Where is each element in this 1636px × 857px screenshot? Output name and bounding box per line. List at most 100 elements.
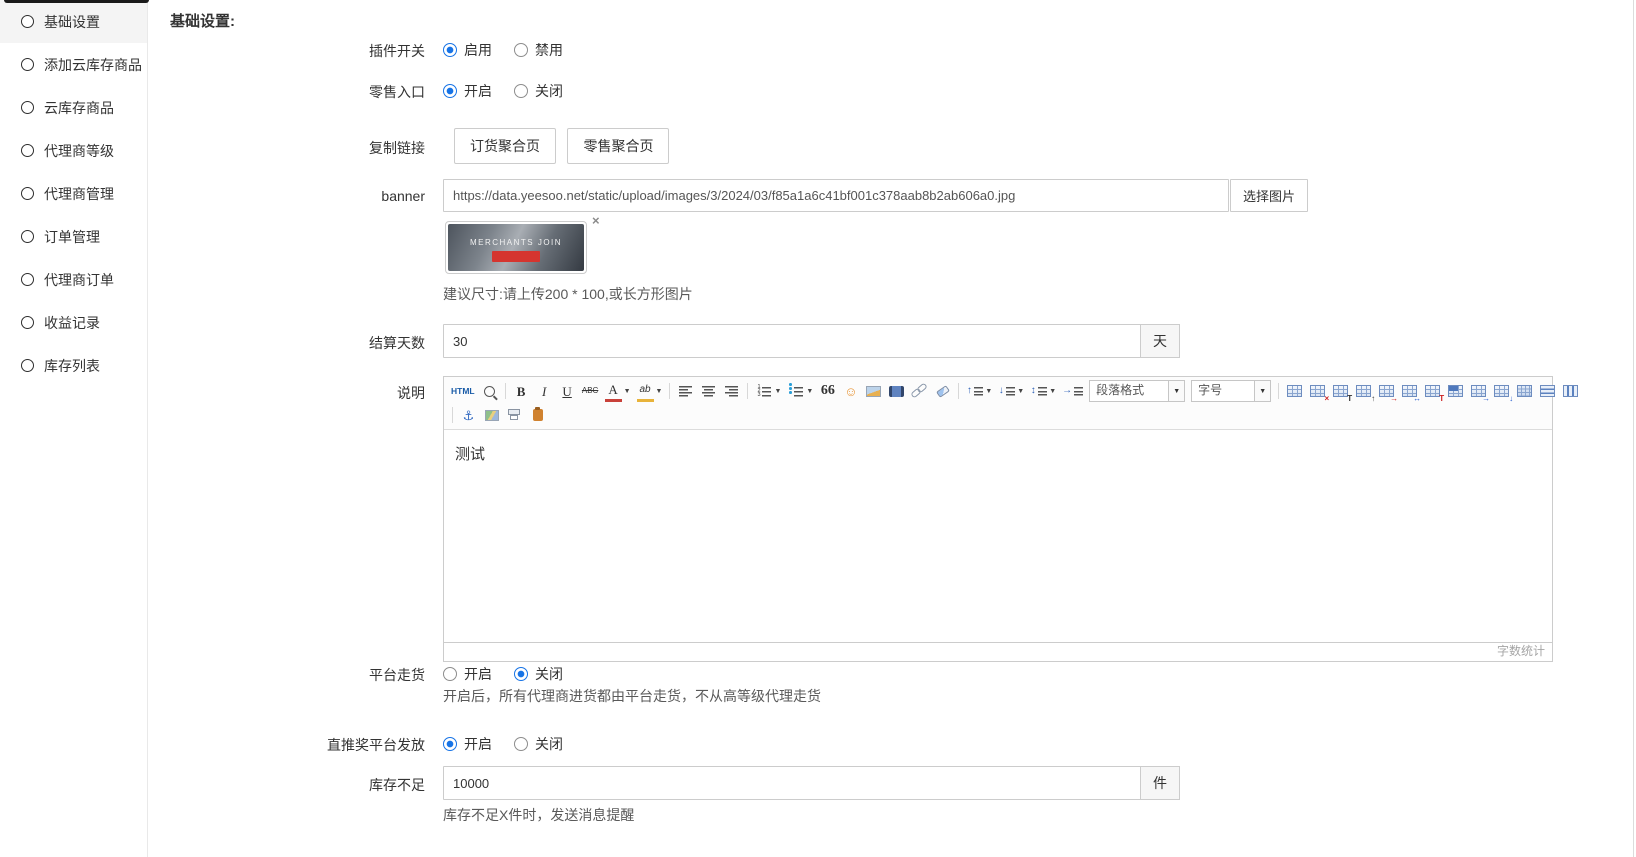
split-rows-button[interactable]: [1537, 380, 1558, 402]
insert-table-icon: [1286, 382, 1303, 400]
icon-badge: ↑: [1371, 395, 1375, 403]
emoticon-button[interactable]: ☺: [840, 380, 861, 402]
remove-image-icon[interactable]: ×: [592, 214, 600, 227]
chevron-down-icon[interactable]: ▼: [774, 388, 781, 395]
insert-row-above-button[interactable]: ↑: [1353, 380, 1374, 402]
unordered-list-button[interactable]: ▼: [785, 380, 815, 402]
sidebar-item[interactable]: 基础设置: [0, 0, 147, 43]
preview-button[interactable]: [479, 380, 500, 402]
emoticon-icon: ☺: [842, 382, 859, 400]
anchor-button[interactable]: ⚓: [458, 404, 479, 426]
ordered-list-button[interactable]: ▼: [753, 380, 783, 402]
settlement-days-input[interactable]: [443, 324, 1141, 358]
chevron-down-icon[interactable]: ▼: [1168, 381, 1184, 401]
sidebar-item[interactable]: 添加云库存商品: [0, 43, 147, 86]
margin-bottom-icon: ↓: [998, 382, 1015, 400]
strikethrough-icon: ABC: [582, 382, 599, 400]
insert-table-button[interactable]: [1284, 380, 1305, 402]
insert-col-right-button[interactable]: ↓: [1491, 380, 1512, 402]
sidebar-item[interactable]: 收益记录: [0, 301, 147, 344]
icon-badge: ↔: [1413, 395, 1421, 403]
insert-media-button[interactable]: [886, 380, 907, 402]
bold-button[interactable]: B: [511, 380, 532, 402]
strikethrough-button[interactable]: ABC: [580, 380, 601, 402]
sidebar-item-label: 代理商等级: [44, 141, 114, 161]
toolbar-separator: [1278, 383, 1279, 399]
underline-button[interactable]: U: [557, 380, 578, 402]
highlight-color-button[interactable]: ab▼: [635, 380, 665, 402]
retail-aggregate-page-button[interactable]: 零售聚合页: [567, 128, 669, 164]
radio-label: 开启: [464, 664, 492, 684]
toolbar-separator: [452, 407, 453, 423]
insert-row-below-button[interactable]: →: [1468, 380, 1489, 402]
margin-top-button[interactable]: ↑▼: [964, 380, 994, 402]
delete-col-button[interactable]: T: [1422, 380, 1443, 402]
sidebar-item[interactable]: 代理商订单: [0, 258, 147, 301]
align-right-button[interactable]: [721, 380, 742, 402]
map-button[interactable]: [481, 404, 502, 426]
italic-button[interactable]: I: [534, 380, 555, 402]
sidebar-item[interactable]: 订单管理: [0, 215, 147, 258]
paragraph-format-select[interactable]: 段落格式▼: [1089, 380, 1185, 402]
delete-row-icon: →: [1378, 382, 1395, 400]
plugin-enable-radio[interactable]: 启用: [443, 40, 492, 60]
align-center-button[interactable]: [698, 380, 719, 402]
banner-url-input[interactable]: [443, 179, 1229, 212]
low-stock-unit: 件: [1140, 766, 1180, 800]
align-left-button[interactable]: [675, 380, 696, 402]
paste-button[interactable]: [527, 404, 548, 426]
chevron-down-icon[interactable]: ▼: [1254, 381, 1270, 401]
platform-shipping-hint: 开启后，所有代理商进货都由平台走货，不从高等级代理走货: [443, 686, 821, 706]
platform-shipping-close-radio[interactable]: 关闭: [514, 664, 563, 684]
blockquote-button[interactable]: 66: [817, 380, 838, 402]
circle-icon: [21, 359, 34, 372]
plugin-disable-radio[interactable]: 禁用: [514, 40, 563, 60]
direct-reward-open-radio[interactable]: 开启: [443, 734, 492, 754]
sidebar-item[interactable]: 代理商等级: [0, 129, 147, 172]
font-size-select[interactable]: 字号▼: [1191, 380, 1271, 402]
insert-col-button[interactable]: ↔: [1399, 380, 1420, 402]
align-center-icon: [700, 382, 717, 400]
retail-open-radio[interactable]: 开启: [443, 81, 492, 101]
editor-content-area[interactable]: 测试: [444, 430, 1552, 642]
chevron-down-icon[interactable]: ▼: [806, 388, 813, 395]
html-source-button[interactable]: HTML: [449, 380, 477, 402]
split-cols-button[interactable]: [1560, 380, 1581, 402]
sidebar-item[interactable]: 云库存商品: [0, 86, 147, 129]
cell-prop-button[interactable]: [1445, 380, 1466, 402]
plugin-switch-label: 插件开关: [160, 41, 425, 61]
platform-shipping-open-radio[interactable]: 开启: [443, 664, 492, 684]
line-height-button[interactable]: ↕▼: [1028, 380, 1058, 402]
split-rows-icon: [1539, 382, 1556, 400]
chevron-down-icon[interactable]: ▼: [985, 388, 992, 395]
margin-bottom-button[interactable]: ↓▼: [996, 380, 1026, 402]
sidebar-item[interactable]: 代理商管理: [0, 172, 147, 215]
indent-button[interactable]: →: [1060, 380, 1085, 402]
chevron-down-icon[interactable]: ▼: [624, 388, 631, 395]
unlink-button[interactable]: [932, 380, 953, 402]
choose-image-button[interactable]: 选择图片: [1230, 179, 1308, 212]
print-button[interactable]: [504, 404, 525, 426]
delete-table-button[interactable]: ×: [1307, 380, 1328, 402]
sidebar-item-label: 代理商管理: [44, 184, 114, 204]
chevron-down-icon[interactable]: ▼: [656, 388, 663, 395]
radio-unchecked-icon: [514, 84, 528, 98]
align-left-icon: [677, 382, 694, 400]
chevron-down-icon[interactable]: ▼: [1017, 388, 1024, 395]
chevron-down-icon[interactable]: ▼: [1049, 388, 1056, 395]
merge-cells-button[interactable]: [1514, 380, 1535, 402]
font-color-button[interactable]: A▼: [603, 380, 633, 402]
word-count-link[interactable]: 字数统计: [1497, 644, 1545, 658]
table-prop-button[interactable]: T: [1330, 380, 1351, 402]
order-aggregate-page-button[interactable]: 订货聚合页: [454, 128, 556, 164]
insert-image-button[interactable]: [863, 380, 884, 402]
editor-statusbar: 字数统计: [444, 642, 1552, 661]
retail-close-radio[interactable]: 关闭: [514, 81, 563, 101]
low-stock-input[interactable]: [443, 766, 1141, 800]
link-button[interactable]: [909, 380, 930, 402]
direct-reward-close-radio[interactable]: 关闭: [514, 734, 563, 754]
delete-row-button[interactable]: →: [1376, 380, 1397, 402]
sidebar-item[interactable]: 库存列表: [0, 344, 147, 387]
sidebar-item-label: 添加云库存商品: [44, 55, 142, 75]
direct-reward-label: 直推奖平台发放: [160, 735, 425, 755]
